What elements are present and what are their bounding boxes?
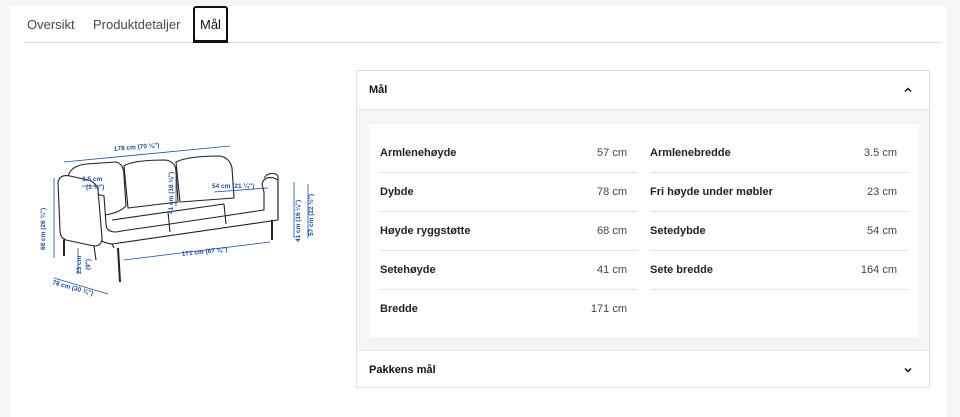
dim-label-seat-depth: 54 cm (21 ¼"): [212, 182, 254, 190]
dimension-value: 41 cm: [597, 264, 627, 276]
dim-label-total-width: 178 cm (70 ⅛"): [114, 142, 160, 153]
dimensions-column-left: Armlenehøyde 57 cm Dybde 78 cm Høyde ryggs…: [380, 134, 638, 328]
dim-label-under-height-in: (9"): [85, 259, 92, 270]
dimension-label: Setedybde: [650, 225, 706, 237]
dimensions-accordion-body: Armlenehøyde 57 cm Dybde 78 cm Høyde ryggs…: [357, 110, 929, 350]
dim-label-back-height: 68 cm (26 ¾"): [39, 208, 47, 250]
dimension-label: Sete bredde: [650, 264, 713, 276]
dimension-row: Setedybde 54 cm: [650, 212, 908, 251]
dimension-label: Høyde ryggstøtte: [380, 225, 471, 237]
dimension-row: Bredde 171 cm: [380, 290, 638, 328]
dimension-value: 68 cm: [597, 225, 627, 237]
dimension-row: Sete bredde 164 cm: [650, 251, 908, 290]
dimension-row: Fri høyde under møbler 23 cm: [650, 173, 908, 212]
product-info-panel: Oversikt Produktdetaljer Mål 178 cm (70 …: [10, 6, 946, 417]
dimension-value: 23 cm: [867, 186, 897, 198]
dim-label-arm-width: 3.5 cm: [82, 176, 102, 183]
dimensions-accordion: Mål Armlenehøyde 57 cm Dybde 78 cm Høyde r…: [356, 70, 930, 388]
dimension-row: Armlenebredde 3.5 cm: [650, 134, 908, 173]
dimension-row: Setehøyde 41 cm: [380, 251, 638, 290]
dimensions-accordion-header[interactable]: Mål: [357, 71, 929, 110]
dim-label-seat-width: 171 cm (67 ⅜"): [181, 246, 227, 258]
dimension-label: Setehøyde: [380, 264, 436, 276]
dimension-value: 164 cm: [860, 264, 897, 276]
dim-label-seat-height-side: 41 cm (16 ⅛"): [295, 200, 302, 242]
tab-overview[interactable]: Oversikt: [27, 6, 75, 42]
dim-label-arm-height: 57 cm (22 ½"): [307, 194, 315, 236]
tab-dimensions[interactable]: Mål: [193, 6, 228, 43]
package-dimensions-accordion-header[interactable]: Pakkens mål: [357, 350, 929, 389]
dim-label-seat-height: 41 cm (16 ⅛"): [168, 172, 175, 214]
dimensions-column-right: Armlenebredde 3.5 cm Fri høyde under møbl…: [650, 134, 908, 290]
dim-label-arm-width-in: (1 ⅜"): [86, 184, 104, 191]
tab-bar: Oversikt Produktdetaljer Mål: [24, 6, 942, 43]
sofa-dimension-drawing: 178 cm (70 ⅛") 3.5 cm (1 ⅜") 54 cm (21 ¼…: [39, 142, 315, 297]
dimension-label: Bredde: [380, 303, 418, 315]
chevron-up-icon: [904, 87, 912, 93]
dimension-value: 171 cm: [590, 303, 627, 315]
tab-product-details[interactable]: Produktdetaljer: [93, 6, 180, 42]
package-dimensions-title: Pakkens mål: [369, 364, 436, 376]
chevron-down-icon: [904, 367, 912, 373]
dimension-value: 54 cm: [867, 225, 897, 237]
dimension-row: Høyde ryggstøtte 68 cm: [380, 212, 638, 251]
dimension-value: 78 cm: [597, 186, 627, 198]
dimension-label: Armlenebredde: [650, 147, 731, 159]
dim-label-under-height: 23 cm: [76, 255, 83, 274]
dimension-label: Fri høyde under møbler: [650, 186, 773, 198]
dimension-value: 3.5 cm: [863, 147, 897, 159]
dimension-value: 57 cm: [597, 147, 627, 159]
dimensions-table: Armlenehøyde 57 cm Dybde 78 cm Høyde ryggs…: [369, 124, 919, 337]
dimension-row: Armlenehøyde 57 cm: [380, 134, 638, 173]
dimension-label: Armlenehøyde: [380, 147, 457, 159]
dimension-label: Dybde: [380, 186, 414, 198]
dimension-row: Dybde 78 cm: [380, 173, 638, 212]
dimensions-title: Mål: [369, 84, 388, 96]
